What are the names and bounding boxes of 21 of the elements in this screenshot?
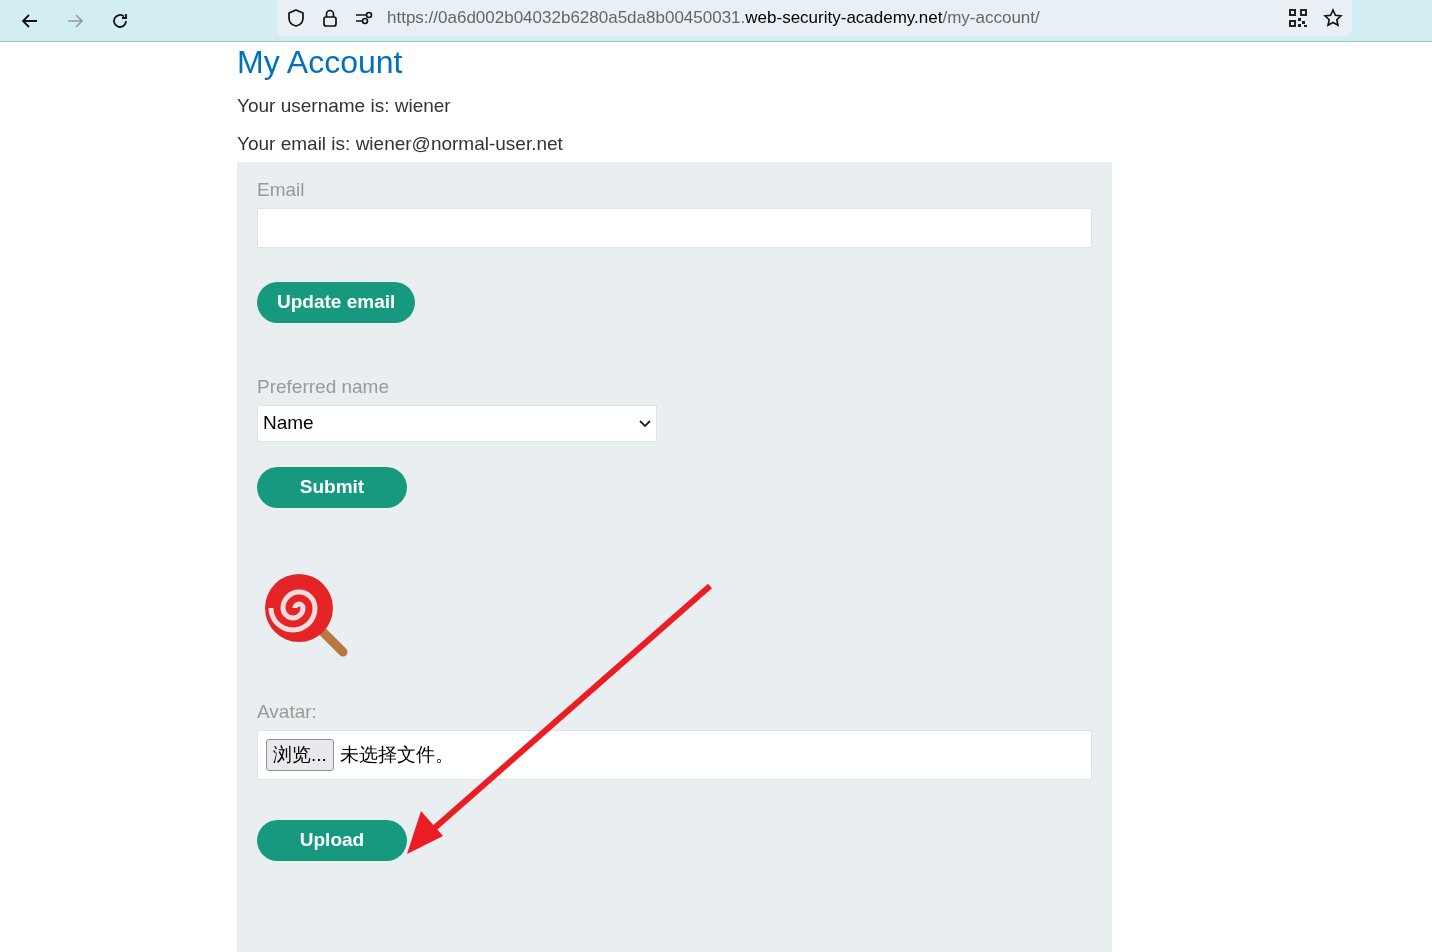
shield-icon[interactable] <box>287 8 305 28</box>
username-text: Your username is: wiener <box>237 94 452 118</box>
permissions-icon[interactable] <box>355 11 373 25</box>
preferred-name-select[interactable]: Name <box>257 405 657 442</box>
chevron-down-icon <box>639 419 651 428</box>
avatar-label: Avatar: <box>257 700 317 724</box>
submit-button[interactable]: Submit <box>257 467 407 508</box>
qr-code-icon[interactable] <box>1289 9 1307 27</box>
bookmark-star-icon[interactable] <box>1323 8 1343 28</box>
email-text: Your email is: wiener@normal-user.net <box>237 132 564 156</box>
browse-button[interactable]: 浏览... <box>266 739 334 771</box>
email-label: Email <box>257 178 305 202</box>
page-heading: My Account <box>237 44 404 80</box>
avatar-file-input[interactable]: 浏览... 未选择文件。 <box>257 730 1092 780</box>
preferred-name-label: Preferred name <box>257 375 389 399</box>
upload-button[interactable]: Upload <box>257 820 407 861</box>
update-email-button[interactable]: Update email <box>257 282 416 323</box>
file-status-text: 未选择文件。 <box>339 742 454 767</box>
lock-icon[interactable] <box>322 8 338 28</box>
address-bar[interactable]: https://0a6d002b04032b6280a5da8b00450031.web-security-academy.net/my-account/ <box>277 0 1352 36</box>
email-input[interactable] <box>257 208 1092 248</box>
